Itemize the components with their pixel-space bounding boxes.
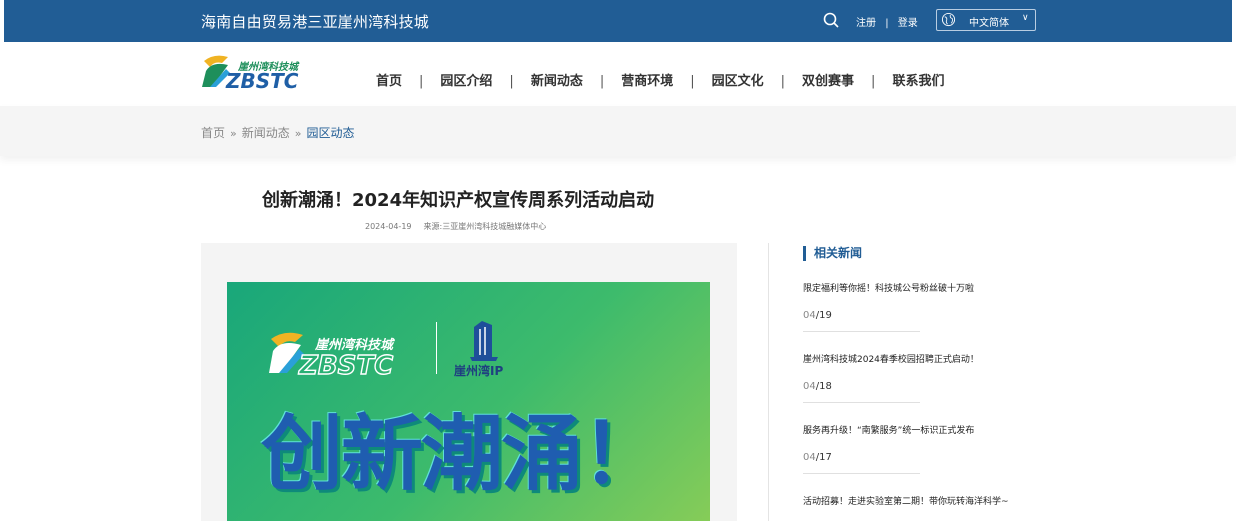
news-headline[interactable]: 服务再升级！“南繁服务”统一标识正式发布: [803, 423, 1033, 436]
login-link[interactable]: 登录: [898, 14, 918, 29]
nav-business-env[interactable]: 营商环境: [621, 70, 673, 89]
banner-logo-en: ZBSTC: [298, 351, 393, 379]
news-month: 04: [803, 310, 816, 321]
news-divider: [803, 402, 920, 403]
nav-divider: |: [419, 74, 424, 89]
breadcrumb-news[interactable]: 新闻动态: [242, 126, 290, 140]
site-logo[interactable]: 崖州湾科技城 ZBSTC: [200, 51, 320, 93]
breadcrumb-current[interactable]: 园区动态: [307, 126, 355, 140]
globe-icon: [941, 12, 956, 27]
news-day: /17: [815, 452, 832, 463]
nav-divider: |: [599, 74, 605, 89]
related-news-item[interactable]: 服务再升级！“南繁服务”统一标识正式发布 04/17: [803, 423, 1033, 463]
breadcrumb-home[interactable]: 首页: [201, 126, 225, 140]
language-label: 中文简体: [969, 18, 1009, 29]
nav-park-intro[interactable]: 园区介绍: [440, 70, 492, 89]
nav-menu: 首页 | 园区介绍 | 新闻动态 | 营商环境 | 园区文化 | 双创赛事 | 联系我们: [376, 70, 944, 89]
article-banner-image: 崖州湾科技城 ZBSTC 崖州湾IP 创新潮涌！: [227, 282, 710, 521]
breadcrumb-bar: 首页 » 新闻动态 » 园区动态: [0, 106, 1236, 156]
news-date: 04/18: [803, 381, 1033, 392]
language-select[interactable]: 中文简体 ∨: [936, 9, 1036, 31]
related-news-title: 相关新闻: [803, 246, 862, 261]
edge-left: [0, 0, 4, 42]
news-headline[interactable]: 崖州湾科技城2024春季校园招聘正式启动！: [803, 352, 1033, 365]
related-news-item[interactable]: 活动招募！走进实验室第二期！带你玩转海洋科学~: [803, 494, 1033, 507]
breadcrumb-arrow: »: [294, 127, 302, 140]
banner-divider: [436, 322, 437, 374]
logo-graphic: 崖州湾科技城 ZBSTC: [202, 55, 300, 93]
search-icon[interactable]: [822, 11, 840, 29]
breadcrumb-arrow: »: [230, 127, 237, 140]
banner-logo: 崖州湾科技城 ZBSTC: [269, 332, 395, 379]
related-news-item[interactable]: 限定福利等你摇！科技城公号粉丝破十万啦 04/19: [803, 281, 1033, 321]
sidebar-divider: [768, 243, 769, 521]
article-date: 2024-04-19: [365, 222, 412, 231]
breadcrumb: 首页 » 新闻动态 » 园区动态: [201, 124, 355, 141]
nav-park-culture[interactable]: 园区文化: [712, 70, 764, 89]
top-bar: 海南自由贸易港三亚崖州湾科技城 注册 | 登录 中文简体 ∨: [0, 0, 1236, 42]
article-source: 来源:三亚崖州湾科技城融媒体中心: [423, 222, 547, 231]
nav-divider: |: [690, 74, 695, 89]
nav-news[interactable]: 新闻动态: [531, 70, 583, 89]
banner-headline: 创新潮涌！: [261, 407, 663, 502]
register-link[interactable]: 注册: [856, 14, 876, 29]
nav-competitions[interactable]: 双创赛事: [802, 70, 854, 89]
auth-separator: |: [885, 18, 889, 29]
edge-right: [1232, 0, 1236, 42]
news-date: 04/17: [803, 452, 1033, 463]
auth-links: 注册 | 登录: [856, 14, 918, 29]
news-headline[interactable]: 限定福利等你摇！科技城公号粉丝破十万啦: [803, 281, 1033, 294]
building-icon: 崖州湾IP: [454, 321, 503, 378]
main-nav: 崖州湾科技城 ZBSTC 首页 | 园区介绍 | 新闻动态 | 营商环境 | 园区文化 | 双创赛事…: [0, 42, 1236, 106]
article-title: 创新潮涌！2024年知识产权宣传周系列活动启动: [262, 190, 655, 211]
chevron-down-icon: ∨: [1022, 13, 1029, 23]
news-day: /19: [815, 310, 832, 321]
nav-contact[interactable]: 联系我们: [892, 70, 944, 89]
nav-divider: |: [509, 74, 514, 89]
news-divider: [803, 331, 920, 332]
logo-text-en: ZBSTC: [225, 69, 299, 93]
related-news-item[interactable]: 崖州湾科技城2024春季校园招聘正式启动！ 04/18: [803, 352, 1033, 392]
nav-divider: |: [780, 74, 786, 89]
nav-home[interactable]: 首页: [376, 70, 402, 89]
news-day: /18: [815, 381, 832, 392]
news-month: 04: [803, 452, 816, 463]
nav-divider: |: [871, 74, 876, 89]
news-date: 04/19: [803, 310, 1033, 321]
site-title[interactable]: 海南自由贸易港三亚崖州湾科技城: [201, 11, 429, 32]
news-headline[interactable]: 活动招募！走进实验室第二期！带你玩转海洋科学~: [803, 494, 1033, 507]
article-meta: 2024-04-19 来源:三亚崖州湾科技城融媒体中心: [365, 221, 546, 232]
news-month: 04: [803, 381, 816, 392]
news-divider: [803, 473, 920, 474]
banner-ip-label: 崖州湾IP: [454, 363, 503, 378]
